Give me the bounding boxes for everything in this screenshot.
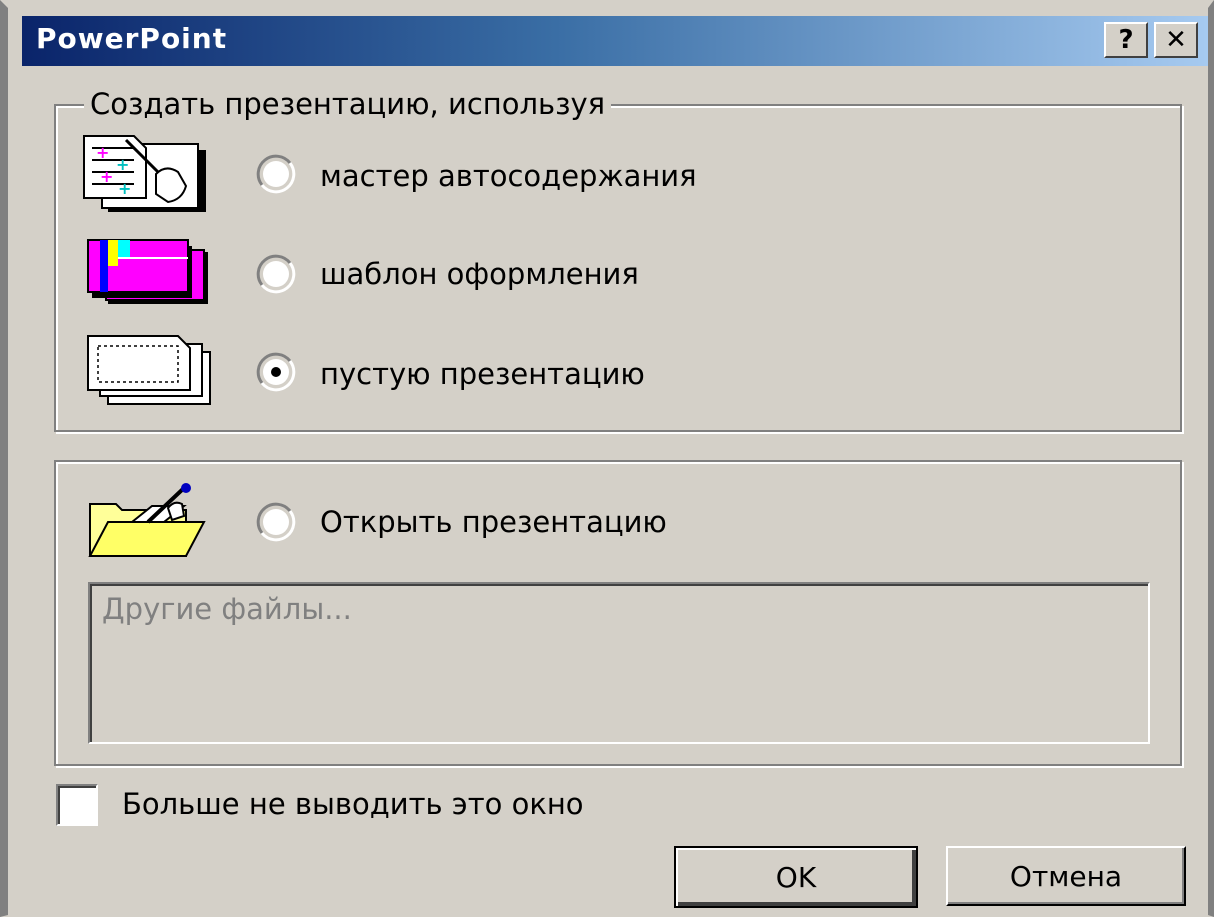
radio-blank-presentation[interactable] (256, 352, 296, 392)
cancel-button[interactable]: Отмена (946, 846, 1186, 906)
option-autocontent-label[interactable]: мастер автосодержания (320, 156, 697, 196)
radio-autocontent[interactable] (256, 154, 296, 194)
help-icon: ? (1118, 25, 1134, 55)
ok-button[interactable]: OK (674, 846, 918, 908)
create-group-legend: Создать презентацию, используя (84, 84, 612, 124)
cancel-button-label: Отмена (1009, 859, 1123, 893)
close-button[interactable]: ✕ (1154, 22, 1198, 58)
svg-text:+: + (96, 143, 109, 162)
design-template-icon (87, 239, 208, 304)
option-design-template-label[interactable]: шаблон оформления (320, 254, 639, 294)
autocontent-wizard-icon: + + + + (83, 135, 206, 212)
file-listbox[interactable]: Другие файлы... (88, 582, 1150, 744)
blank-presentation-icon (87, 335, 211, 405)
svg-text:+: + (100, 167, 113, 186)
help-button[interactable]: ? (1104, 22, 1148, 58)
radio-design-template[interactable] (256, 254, 296, 294)
svg-text:+: + (116, 155, 129, 174)
svg-text:+: + (118, 179, 131, 198)
open-folder-icon (88, 483, 206, 557)
list-item[interactable]: Другие файлы... (102, 592, 352, 626)
ok-button-label: OK (775, 860, 817, 894)
window-title: PowerPoint (36, 22, 228, 55)
close-icon: ✕ (1165, 25, 1187, 55)
dont-show-label[interactable]: Больше не выводить это окно (122, 784, 584, 824)
radio-open-presentation[interactable] (256, 502, 296, 542)
title-bar: PowerPoint ? ✕ (22, 16, 1208, 66)
dont-show-checkbox[interactable] (56, 784, 98, 826)
option-blank-presentation-label[interactable]: пустую презентацию (320, 354, 645, 394)
option-open-presentation-label[interactable]: Открыть презентацию (320, 502, 667, 542)
